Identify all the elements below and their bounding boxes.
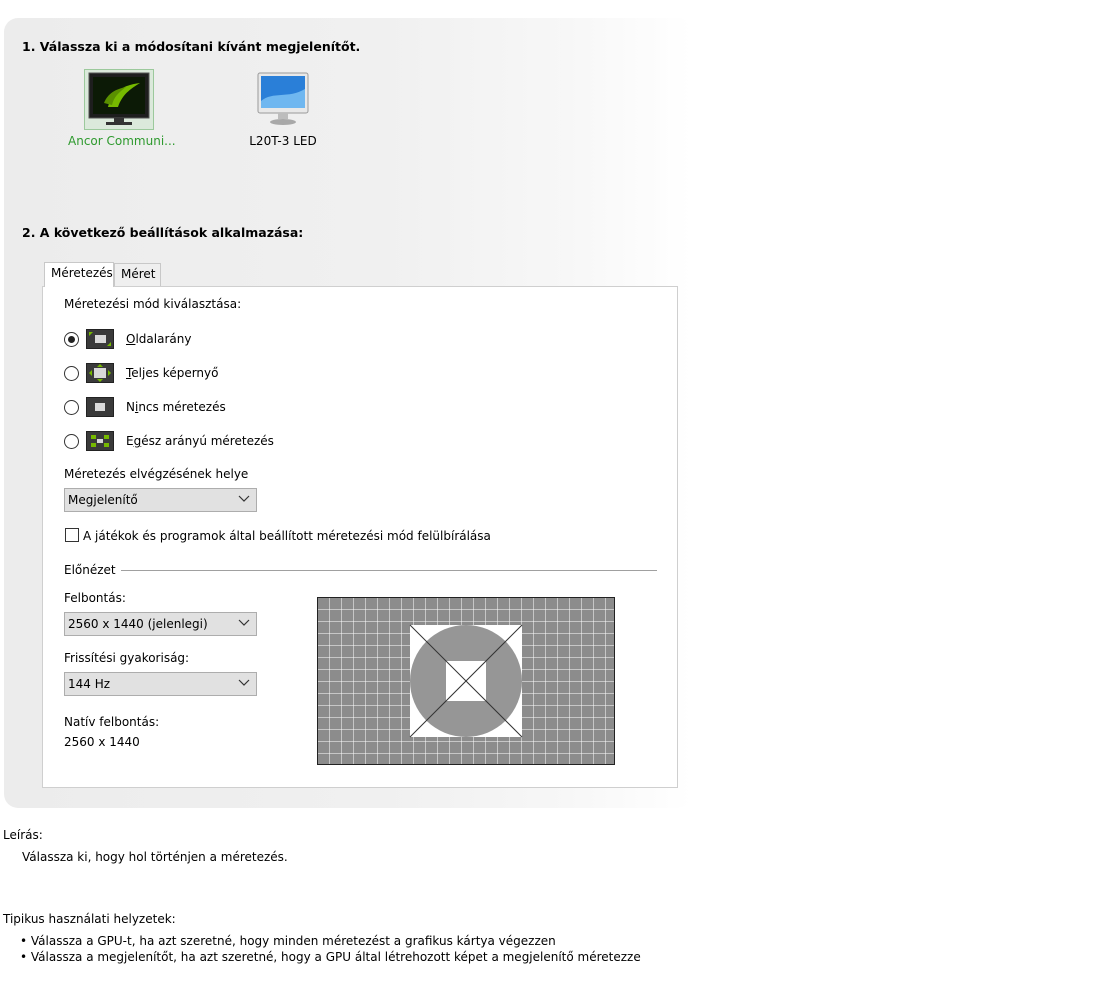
monitor-label-ancor: Ancor Communi... — [68, 134, 176, 148]
step1-title: 1. Válassza ki a módosítani kívánt megje… — [22, 39, 361, 54]
native-resolution-value: 2560 x 1440 — [64, 735, 140, 749]
monitor-label-l20t: L20T-3 LED — [249, 134, 317, 148]
step2-title: 2. A következő beállítások alkalmazása: — [22, 225, 304, 240]
tab-size[interactable]: Méret — [114, 263, 161, 287]
scaling-tab-page: Méretezési mód kiválasztása: Oldalarány … — [42, 286, 678, 788]
preview-separator — [121, 570, 657, 571]
usage-label: Tipikus használati helyzetek: — [3, 912, 176, 926]
fullscreen-icon — [86, 363, 114, 383]
resolution-value: 2560 x 1440 (jelenlegi) — [68, 617, 208, 631]
option-no-scaling-label[interactable]: Nincs méretezés — [126, 400, 226, 414]
chevron-down-icon — [238, 619, 250, 626]
refresh-rate-label: Frissítési gyakoriság: — [64, 651, 190, 665]
radio-integer-scaling[interactable] — [64, 434, 79, 449]
scaling-location-select[interactable]: Megjelenítő — [64, 488, 257, 512]
preview-title: Előnézet — [64, 563, 116, 577]
integer-scaling-icon — [86, 431, 114, 451]
aspect-ratio-icon — [86, 329, 114, 349]
tab-scaling[interactable]: Méretezés — [44, 262, 114, 287]
scaling-preview-image — [317, 597, 615, 765]
resolution-label: Felbontás: — [64, 591, 126, 605]
monitor-l20t[interactable]: L20T-3 LED — [248, 69, 318, 159]
monitor-icon — [257, 72, 309, 125]
override-scaling-label[interactable]: A játékok és programok által beállított … — [83, 529, 491, 543]
chevron-down-icon — [238, 679, 250, 686]
description-label: Leírás: — [3, 828, 43, 842]
nvidia-monitor-icon — [88, 72, 150, 125]
option-aspect-ratio-label[interactable]: Oldalarány — [126, 332, 191, 346]
native-resolution-label: Natív felbontás: — [64, 715, 160, 729]
monitor-ancor[interactable]: Ancor Communi... — [68, 69, 176, 159]
list-item: • Válassza a GPU-t, ha azt szeretné, hog… — [20, 934, 556, 948]
radio-aspect-ratio[interactable] — [64, 332, 79, 347]
scaling-location-value: Megjelenítő — [68, 493, 138, 507]
refresh-rate-value: 144 Hz — [68, 677, 111, 691]
resolution-select[interactable]: 2560 x 1440 (jelenlegi) — [64, 612, 257, 636]
no-scaling-icon — [86, 397, 114, 417]
override-scaling-checkbox[interactable] — [65, 528, 79, 542]
list-item: • Válassza a megjelenítőt, ha azt szeret… — [20, 950, 641, 964]
scaling-location-label: Méretezés elvégzésének helye — [64, 467, 249, 481]
description-text: Válassza ki, hogy hol történjen a mérete… — [22, 850, 288, 864]
scaling-mode-label: Méretezési mód kiválasztása: — [64, 297, 242, 311]
option-integer-scaling-label[interactable]: Egész arányú méretezés — [126, 434, 274, 448]
radio-no-scaling[interactable] — [64, 400, 79, 415]
chevron-down-icon — [238, 495, 250, 502]
refresh-rate-select[interactable]: 144 Hz — [64, 672, 257, 696]
option-fullscreen-label[interactable]: Teljes képernyő — [126, 366, 218, 380]
radio-fullscreen[interactable] — [64, 366, 79, 381]
